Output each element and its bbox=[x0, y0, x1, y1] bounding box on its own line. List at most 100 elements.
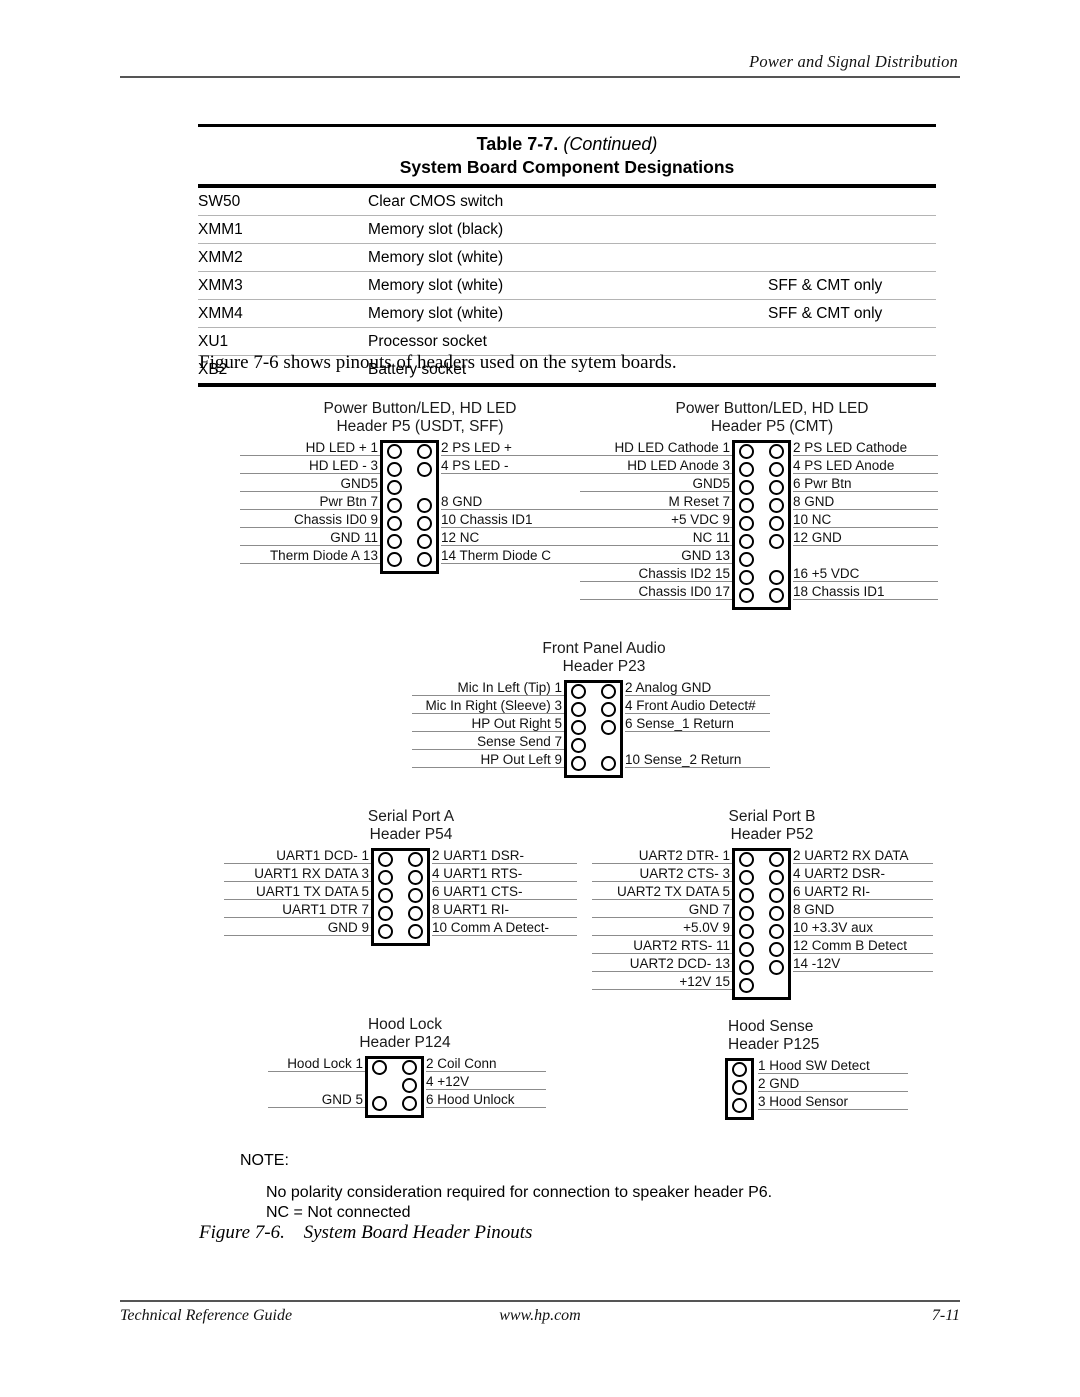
pin-label-left: NC 11 bbox=[692, 529, 730, 545]
pin-hole bbox=[739, 462, 754, 477]
header-diagram-p124-hood-lock: Hood Lock Header P124 Hood Lock 1 2 Coil Co… bbox=[268, 1016, 564, 1128]
pin-hole bbox=[417, 498, 432, 513]
pin-label-leader-line bbox=[793, 526, 938, 528]
pin-label-leader-line bbox=[758, 1072, 908, 1074]
note-heading: NOTE: bbox=[240, 1152, 289, 1169]
header-title-line-2: Header P23 bbox=[562, 658, 646, 675]
table-row: XMM3 Memory slot (white) SFF & CMT only bbox=[198, 271, 936, 300]
pin-hole bbox=[417, 552, 432, 567]
pin-label-left: GND5 bbox=[692, 475, 730, 491]
pin-hole bbox=[601, 684, 616, 699]
header-title-line-2: Header P125 bbox=[728, 1036, 820, 1053]
pin-hole bbox=[387, 498, 402, 513]
pin-hole bbox=[408, 870, 423, 885]
footer-row: Technical Reference Guide www.hp.com 7-1… bbox=[120, 1307, 960, 1329]
table-subtitle: System Board Component Designations bbox=[399, 157, 735, 177]
pin-label-leader-line bbox=[580, 526, 732, 528]
pin-label-leader-line bbox=[224, 916, 371, 918]
pin-label-leader-line bbox=[592, 952, 732, 954]
pin-label-leader-line bbox=[793, 862, 933, 864]
header-title-line-2: Header P54 bbox=[369, 826, 453, 843]
pin-label-leader-line bbox=[758, 1090, 908, 1092]
pin-label-right: 2 Analog GND bbox=[625, 679, 712, 695]
pin-hole bbox=[378, 870, 393, 885]
header-diagram-p54-serial-port-a: Serial Port A Header P54 UART1 DCD- 12 UAR… bbox=[224, 808, 595, 956]
pin-hole bbox=[769, 462, 784, 477]
pin-hole bbox=[571, 756, 586, 771]
header-title-line-2: Header P5 (CMT) bbox=[710, 418, 834, 435]
header-title-line-1: Power Button/LED, HD LED bbox=[323, 400, 517, 417]
pin-hole bbox=[739, 924, 754, 939]
pin-label-leader-line bbox=[426, 1106, 546, 1108]
table-cell-designator: XMM4 bbox=[198, 299, 368, 328]
pin-label-right: 10 +3.3V aux bbox=[793, 919, 873, 935]
footer-website-link[interactable]: www.hp.com bbox=[120, 1307, 960, 1325]
pin-label-left: Hood Lock 1 bbox=[287, 1055, 363, 1071]
pin-label-left: Chassis ID0 9 bbox=[293, 511, 378, 527]
pin-label-leader-line bbox=[240, 472, 380, 474]
pin-label-left: +5 VDC 9 bbox=[671, 511, 730, 527]
component-designations-table-block: Table 7-7. (Continued) System Board Comp… bbox=[198, 124, 936, 387]
table-cell-note bbox=[768, 188, 936, 216]
pin-label-left: Chassis ID0 17 bbox=[638, 583, 730, 599]
pin-label-leader-line bbox=[240, 544, 380, 546]
header-title-line-1: Hood Sense bbox=[728, 1018, 814, 1035]
table-cell-note bbox=[768, 243, 936, 272]
pin-hole bbox=[739, 534, 754, 549]
figure-caption: Figure 7-6. System Board Header Pinouts bbox=[199, 1222, 532, 1244]
pin-label-leader-line bbox=[426, 1088, 546, 1090]
pin-hole bbox=[417, 534, 432, 549]
pin-hole bbox=[739, 978, 754, 993]
pin-label-right: 4 +12V bbox=[426, 1073, 470, 1089]
figure-caption-text: System Board Header Pinouts bbox=[303, 1222, 533, 1243]
pin-label-leader-line bbox=[592, 934, 732, 936]
pin-label-leader-line bbox=[441, 526, 591, 528]
figure-caption-label: Figure 7-6. bbox=[199, 1222, 285, 1243]
pin-label-leader-line bbox=[625, 730, 770, 732]
table-cell-note bbox=[768, 215, 936, 244]
pin-label-leader-line bbox=[441, 508, 591, 510]
header-title-line-2: Header P5 (USDT, SFF) bbox=[336, 418, 504, 435]
pin-label-right: 10 Comm A Detect- bbox=[432, 919, 550, 935]
pin-label-leader-line bbox=[580, 454, 732, 456]
pin-label-leader-line bbox=[580, 508, 732, 510]
page-running-header: Power and Signal Distribution bbox=[120, 52, 960, 78]
pin-label-left: UART2 RTS- 11 bbox=[633, 937, 730, 953]
pin-label-left: UART1 DCD- 1 bbox=[276, 847, 369, 863]
note-block: NOTE: No polarity consideration required… bbox=[240, 1152, 772, 1223]
header-diagram-p23-front-panel-audio: Front Panel Audio Header P23 Mic In Left (… bbox=[412, 640, 788, 788]
pin-hole bbox=[571, 702, 586, 717]
pin-hole bbox=[769, 852, 784, 867]
pin-hole bbox=[769, 960, 784, 975]
pin-label-left: UART1 RX DATA 3 bbox=[254, 865, 369, 881]
pin-hole bbox=[739, 870, 754, 885]
pin-label-right: 10 NC bbox=[793, 511, 832, 527]
pin-label-leader-line bbox=[268, 1106, 365, 1108]
pin-hole bbox=[378, 852, 393, 867]
pin-label-left: HD LED Cathode 1 bbox=[614, 439, 730, 455]
table-row: XMM2 Memory slot (white) bbox=[198, 243, 936, 272]
pin-hole bbox=[739, 552, 754, 567]
pin-hole bbox=[402, 1096, 417, 1111]
header-diagram-p5-usdt-sff: Power Button/LED, HD LED Header P5 (USDT,… bbox=[240, 400, 609, 584]
pin-label-leader-line bbox=[441, 454, 591, 456]
pin-label-left: +12V 15 bbox=[679, 973, 730, 989]
pin-label-leader-line bbox=[625, 712, 770, 714]
pin-label-right: 6 UART1 CTS- bbox=[432, 883, 523, 899]
pin-label-right: 8 GND bbox=[793, 493, 835, 509]
pin-hole bbox=[769, 516, 784, 531]
footer-page-number: 7-11 bbox=[931, 1307, 960, 1324]
pin-label-leader-line bbox=[426, 1070, 546, 1072]
table-cell-description: Memory slot (white) bbox=[368, 243, 768, 272]
header-pin-grid: Hood Lock 1 2 Coil Conn 4 +12V GND 5 6 Hood … bbox=[268, 1055, 564, 1128]
pin-hole bbox=[387, 462, 402, 477]
pin-label-right: 3 Hood Sensor bbox=[758, 1093, 849, 1109]
pin-label-leader-line bbox=[592, 880, 732, 882]
header-diagram-title: Front Panel Audio Header P23 bbox=[424, 640, 784, 676]
pin-label-right: 14 Therm Diode C bbox=[441, 547, 552, 563]
pin-label-leader-line bbox=[793, 880, 933, 882]
pin-label-leader-line bbox=[224, 898, 371, 900]
pin-hole bbox=[402, 1060, 417, 1075]
pin-label-left: UART2 CTS- 3 bbox=[639, 865, 730, 881]
pin-hole bbox=[739, 570, 754, 585]
